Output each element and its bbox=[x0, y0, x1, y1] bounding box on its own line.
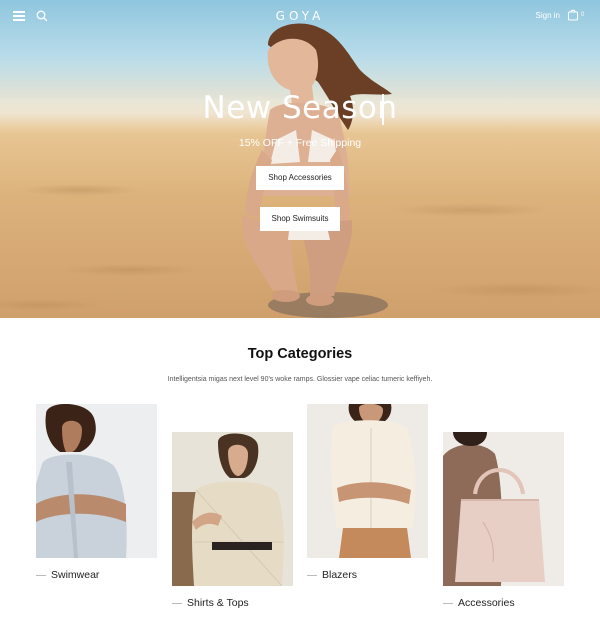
category-dash bbox=[172, 603, 182, 604]
category-label: Blazers bbox=[322, 569, 358, 581]
category-card-accessories[interactable]: Accessories bbox=[443, 432, 564, 617]
category-label: Shirts & Tops bbox=[187, 597, 249, 609]
site-logo[interactable]: GOYA bbox=[250, 9, 350, 23]
category-dash bbox=[307, 575, 317, 576]
category-dash bbox=[36, 575, 46, 576]
top-navigation: GOYA Sign in 0 bbox=[0, 0, 600, 34]
category-image-blazers bbox=[307, 404, 428, 558]
category-dash bbox=[443, 603, 453, 604]
category-image-accessories bbox=[443, 432, 564, 586]
category-card-swimwear[interactable]: Swimwear bbox=[36, 404, 157, 589]
category-card-shirts-tops[interactable]: Shirts & Tops bbox=[172, 432, 293, 617]
hero-subtitle: 15% OFF + Free Shipping bbox=[238, 137, 362, 149]
typing-cursor bbox=[382, 94, 384, 125]
section-title: Top Categories bbox=[247, 346, 353, 362]
menu-icon[interactable] bbox=[13, 11, 25, 21]
section-description: Intelligentsia migas next level 90's wok… bbox=[167, 376, 433, 383]
cart-count-badge: 0 bbox=[581, 12, 585, 18]
hero-title: New Season bbox=[202, 90, 398, 126]
category-image-shirts-tops bbox=[172, 432, 293, 586]
hero-banner: GOYA Sign in 0 New Season 15% OFF + Free… bbox=[0, 0, 600, 318]
cart-icon[interactable] bbox=[567, 9, 579, 21]
search-icon[interactable] bbox=[36, 10, 48, 22]
category-label: Swimwear bbox=[51, 569, 100, 581]
category-label: Accessories bbox=[458, 597, 515, 609]
category-card-blazers[interactable]: Blazers bbox=[307, 404, 428, 589]
sign-in-link[interactable]: Sign in bbox=[520, 11, 560, 20]
shop-accessories-button[interactable]: Shop Accessories bbox=[256, 166, 344, 190]
hero-model-image bbox=[241, 23, 392, 306]
category-image-swimwear bbox=[36, 404, 157, 558]
shop-swimsuits-button[interactable]: Shop Swimsuits bbox=[260, 207, 340, 231]
